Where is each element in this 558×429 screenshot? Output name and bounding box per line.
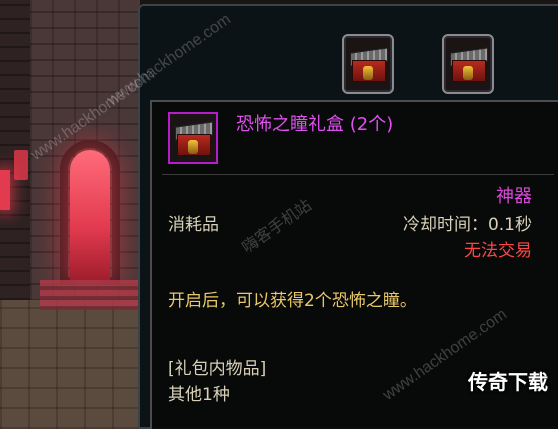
item-title: 恐怖之瞳礼盒 (2个)	[236, 114, 394, 135]
left-wall-lamp	[14, 150, 28, 180]
glowing-doorway	[70, 150, 110, 280]
inventory-slot-2[interactable]	[442, 34, 494, 94]
left-glow	[0, 170, 10, 210]
item-trade-status: 无法交易	[464, 241, 532, 261]
treasure-chest-icon	[175, 118, 213, 158]
item-type: 消耗品	[168, 215, 219, 235]
door-steps	[40, 280, 140, 310]
inventory-slot-1[interactable]	[342, 34, 394, 94]
item-description: 开启后，可以获得2个恐怖之瞳。	[168, 291, 417, 311]
item-icon-frame	[168, 112, 218, 164]
background-scene	[0, 0, 140, 429]
item-cooldown: 冷却时间：0.1秒	[402, 215, 532, 235]
package-contents-label: [礼包内物品]	[168, 359, 267, 379]
treasure-chest-icon	[350, 44, 388, 84]
item-rarity: 神器	[496, 186, 532, 207]
tooltip-divider	[162, 174, 554, 175]
watermark-badge: 传奇下载	[468, 370, 548, 394]
treasure-chest-icon	[450, 44, 488, 84]
stone-floor	[0, 300, 140, 429]
package-contents-value: 其他1种	[168, 385, 230, 405]
